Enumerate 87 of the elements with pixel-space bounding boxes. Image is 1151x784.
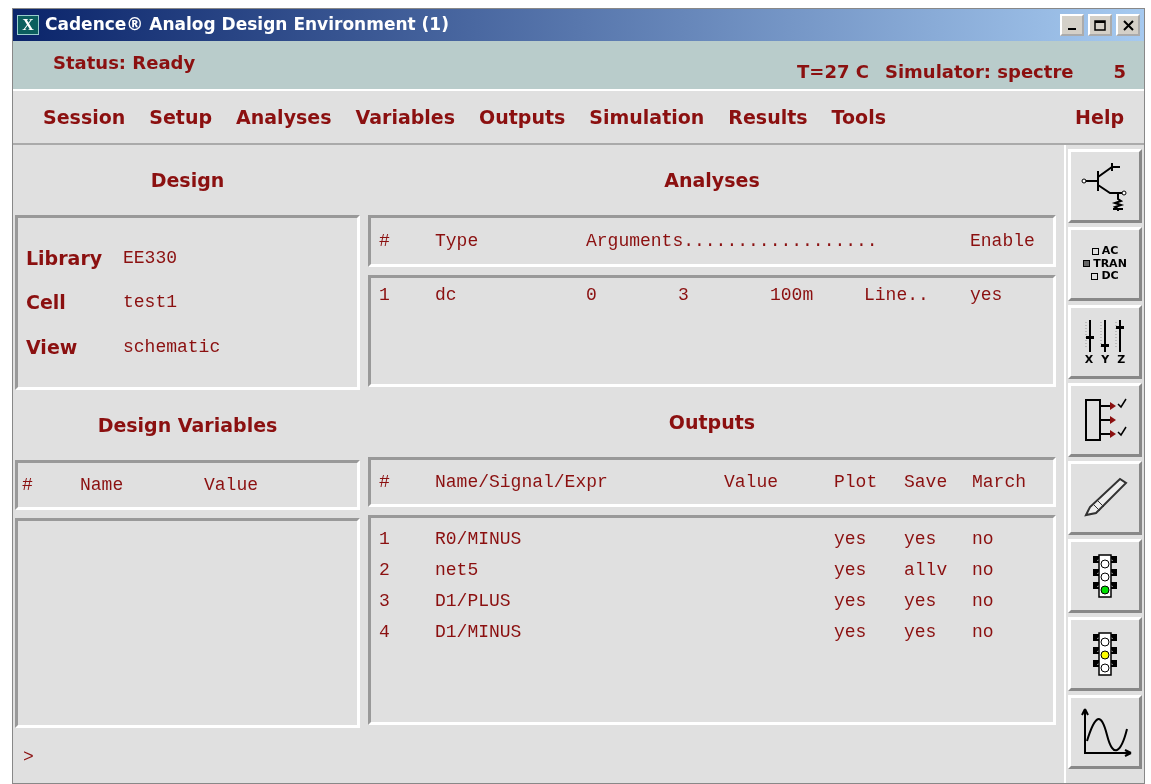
column-header: # [379, 229, 391, 253]
slider-label: Y [1101, 353, 1110, 367]
menu-item[interactable]: Simulation [577, 102, 717, 132]
option-label: AC [1101, 245, 1119, 258]
transistor-icon [1080, 161, 1130, 211]
field-value: schematic [123, 335, 221, 359]
maximize-button[interactable] [1088, 14, 1112, 36]
session-number: 5 [1113, 60, 1126, 84]
minimize-icon [1068, 28, 1076, 30]
table-cell-text: yes [970, 284, 1003, 307]
column-header: March [972, 470, 1026, 494]
table-cell-text: 1 [379, 284, 391, 307]
section-heading: Analyses [663, 167, 761, 193]
table-cell-text: yes [904, 528, 938, 551]
column-header: Arguments.................. [586, 229, 879, 253]
column-header: Enable [970, 229, 1035, 253]
slider-label: X [1084, 353, 1094, 367]
field-label: Cell [26, 290, 67, 316]
field-value: EE330 [123, 246, 177, 270]
menu-item[interactable]: Outputs [467, 102, 578, 132]
simulator-text: Simulator: spectre [884, 60, 1074, 84]
column-header: Value [204, 473, 258, 497]
table-cell-text: yes [834, 590, 868, 613]
table-cell-text: 3 [678, 284, 690, 307]
table-cell-text: yes [834, 559, 868, 582]
toolbar-button[interactable] [1068, 617, 1142, 691]
status-text: Status: Ready [53, 51, 197, 75]
field-label: View [26, 334, 79, 360]
section-heading: Design Variables [96, 412, 279, 438]
table-cell-text: yes [904, 590, 938, 613]
table-cell-text: no [972, 559, 994, 582]
toolbar-button[interactable] [1068, 695, 1142, 769]
temperature-text: T=27 C [797, 60, 869, 84]
table-cell-text: 0 [586, 284, 598, 307]
menu-item[interactable]: Tools [819, 102, 898, 132]
command-prompt: > [22, 746, 35, 769]
table-cell-text: allv [904, 559, 949, 582]
table-cell-text: yes [834, 621, 868, 644]
table-cell-text: net5 [435, 559, 480, 582]
app-icon: X [17, 15, 39, 35]
table-cell-text: 4 [379, 621, 391, 644]
table-cell-text: dc [435, 284, 458, 307]
column-header: Name/Signal/Expr [435, 470, 609, 494]
close-button[interactable] [1116, 14, 1140, 36]
table-cell-text: 3 [379, 590, 391, 613]
close-icon [1122, 19, 1134, 31]
toolbar-button[interactable] [1068, 461, 1142, 535]
column-header: # [22, 473, 34, 497]
table-cell-text: 100m [770, 284, 815, 307]
column-header: Value [724, 470, 779, 494]
section-heading: Outputs [667, 409, 757, 435]
column-header: Type [435, 229, 480, 253]
toolbar-button[interactable]: X Y Z [1068, 305, 1142, 379]
table-cell-text: no [972, 590, 994, 613]
menu-item[interactable]: Analyses [224, 102, 344, 132]
column-header: Save [904, 470, 949, 494]
table-cell-text: no [972, 621, 994, 644]
column-header: # [379, 470, 391, 494]
toolbar-button[interactable] [1068, 383, 1142, 457]
window-title: Cadence® Analog Design Environment (1) [45, 13, 450, 37]
toolbar-button[interactable]: AC TRAN DC [1068, 227, 1142, 301]
menu-item[interactable]: Results [716, 102, 820, 132]
menu-item[interactable]: Setup [137, 102, 225, 132]
slider-label: Z [1117, 353, 1126, 367]
column-header: Plot [834, 470, 879, 494]
table-cell-text: R0/MINUS [435, 528, 523, 551]
table-cell-text: 1 [379, 528, 391, 551]
option-label: DC [1101, 270, 1119, 283]
table-cell-text: D1/MINUS [435, 621, 523, 644]
menu-item[interactable]: Session [31, 102, 138, 132]
toolbar-button[interactable] [1068, 149, 1142, 223]
table-cell-text: 2 [379, 559, 391, 582]
field-value: test1 [123, 291, 177, 314]
column-header: Name [80, 473, 125, 497]
section-heading: Design [149, 167, 226, 193]
table-cell-text: D1/PLUS [435, 590, 512, 613]
maximize-icon [1094, 19, 1106, 31]
option-label: TRAN [1093, 257, 1127, 271]
menu-item[interactable]: Variables [343, 102, 468, 132]
table-cell-text: yes [904, 621, 938, 644]
menu-item[interactable]: Help [1063, 102, 1136, 132]
field-label: Library [26, 245, 104, 271]
toolbar-button[interactable] [1068, 539, 1142, 613]
table-cell-text: yes [834, 528, 868, 551]
minimize-button[interactable] [1060, 14, 1084, 36]
table-cell-text: Line.. [864, 284, 930, 307]
table-cell-text: no [972, 528, 994, 551]
